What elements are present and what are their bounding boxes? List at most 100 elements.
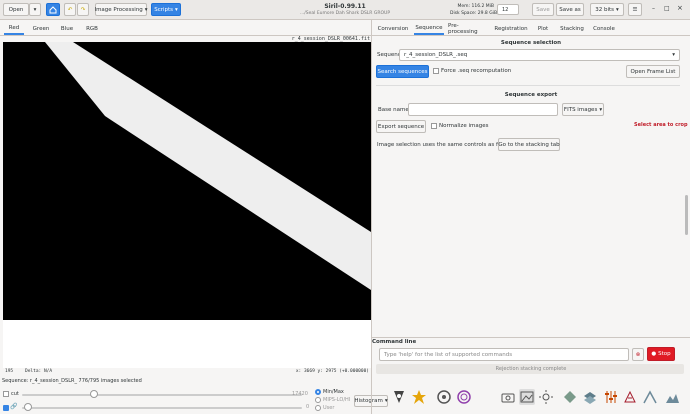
base-name-label: Base name:	[378, 107, 411, 113]
image-canvas[interactable]	[3, 42, 371, 320]
tab-red-label: Red	[8, 24, 20, 31]
diamond-icon[interactable]	[562, 389, 578, 405]
chevron-down-icon: ▾	[672, 52, 675, 58]
select-area-note: Select area to crop	[634, 122, 688, 128]
disk-label: Disk Space: 29.8 GiB	[450, 11, 498, 16]
tab-plot-label: Plot	[537, 25, 549, 32]
sequence-info: Sequence: r_4_session_DSLR_ 776/795 imag…	[2, 378, 142, 384]
sun-icon[interactable]	[538, 389, 554, 405]
radio-user-label: User	[323, 405, 335, 411]
save-button[interactable]: Save	[532, 3, 554, 16]
palette-icon[interactable]	[622, 389, 638, 405]
tab-rgb[interactable]: RGB	[83, 22, 101, 35]
sequence-value: r_4_session_DSLR_.seq	[404, 52, 468, 58]
tab-console-label: Console	[593, 25, 615, 32]
slider-low-track[interactable]	[22, 407, 302, 409]
tab-plot[interactable]: Plot	[534, 22, 552, 35]
tab-sequence-label: Sequence	[415, 24, 443, 31]
stop-button[interactable]: ● Stop	[647, 347, 675, 361]
clear-icon: ⊗	[635, 351, 641, 358]
radio-minmax[interactable]	[315, 389, 321, 395]
open-frame-list-button[interactable]: Open Frame List	[626, 65, 680, 78]
radio-mips[interactable]	[315, 397, 321, 403]
tab-conversion[interactable]: Conversion	[376, 22, 410, 35]
tab-red[interactable]: Red	[4, 22, 24, 35]
slider-low-knob[interactable]	[24, 403, 32, 411]
astrometry-icon[interactable]	[391, 389, 407, 405]
triangle-icon[interactable]	[642, 389, 658, 405]
goto-stacking-button[interactable]: Go to the stacking tab	[498, 138, 560, 151]
cut-checkbox[interactable]	[3, 391, 9, 397]
tab-rgb-label: RGB	[86, 25, 98, 32]
tab-console[interactable]: Console	[590, 22, 618, 35]
tab-preprocessing-label: Pre-processing	[448, 22, 478, 35]
camera-icon[interactable]	[500, 389, 516, 405]
histogram-label: Histogram	[354, 398, 383, 404]
bright-streak-shape	[45, 42, 371, 290]
section-divider	[376, 85, 680, 86]
hamburger-menu-button[interactable]: ☰	[628, 3, 642, 16]
radio-user[interactable]	[315, 405, 321, 411]
window-subtitle: .../Seal Eumore Dah Shark DSLR GROUP	[299, 11, 391, 16]
goto-stacking-label: Go to the stacking tab	[498, 141, 560, 148]
sliders-icon[interactable]	[603, 389, 619, 405]
image-status-bar: 195 Delta: N/A x: 3669 y: 2975 (+0.00000…	[3, 369, 371, 377]
save-as-label: Save as	[559, 6, 581, 13]
tab-stacking[interactable]: Stacking	[558, 22, 586, 35]
mountain-icon[interactable]	[664, 389, 680, 405]
tab-preprocessing[interactable]: Pre-processing	[448, 22, 488, 35]
force-recompute-checkbox[interactable]	[433, 68, 439, 74]
close-icon[interactable]: ×	[677, 4, 683, 12]
slider-low-value: 0	[306, 404, 310, 410]
tab-blue[interactable]: Blue	[58, 22, 76, 35]
tab-blue-label: Blue	[60, 25, 74, 32]
cpu-spinner[interactable]: 12	[497, 4, 519, 15]
chevron-down-icon: ▾	[384, 398, 388, 404]
force-recompute-label: Force .seq recomputation	[441, 68, 512, 74]
radio-minmax-label: Min/Max	[323, 389, 344, 395]
chevron-down-icon: ▾	[599, 106, 603, 113]
blue-checkbox[interactable]	[3, 405, 9, 411]
bits-select[interactable]: 32 bits ▾	[590, 3, 624, 16]
command-input[interactable]: Type 'help' for the list of supported co…	[379, 348, 629, 361]
layers-icon[interactable]	[582, 389, 598, 405]
chevron-down-icon: ▾	[616, 6, 619, 13]
open-frame-list-label: Open Frame List	[630, 68, 676, 75]
slider-high-knob[interactable]	[90, 390, 98, 398]
search-sequences-label: Search sequences	[377, 68, 428, 75]
cpu-value: 12	[502, 6, 509, 13]
progress-status: Rejection stacking complete	[495, 366, 567, 372]
tab-registration-label: Registration	[494, 25, 528, 32]
minimize-icon[interactable]: –	[652, 5, 655, 12]
image-icon[interactable]	[519, 389, 535, 405]
slider-high-track[interactable]	[22, 394, 302, 396]
sequence-selection-title: Sequence selection	[500, 40, 562, 46]
psf-icon[interactable]	[436, 389, 452, 405]
format-select[interactable]: FITS images ▾	[562, 103, 604, 116]
search-sequences-button[interactable]: Search sequences	[376, 65, 429, 78]
normalize-checkbox[interactable]	[431, 123, 437, 129]
image-content	[45, 42, 371, 290]
menu-icon: ☰	[632, 6, 638, 13]
export-sequence-button[interactable]: Export sequence	[376, 120, 426, 133]
sequence-dropdown[interactable]: r_4_session_DSLR_.seq ▾	[399, 49, 680, 61]
base-name-input[interactable]	[408, 103, 558, 116]
star-icon[interactable]	[456, 389, 472, 405]
link-icon[interactable]: 🔗	[10, 403, 17, 410]
status-pixel-value: 195	[5, 369, 14, 374]
mem-label: Mem: 116.2 MiB	[457, 4, 494, 9]
right-scrollbar[interactable]	[685, 195, 688, 235]
clear-command-button[interactable]: ⊗	[632, 348, 644, 361]
tab-sequence[interactable]: Sequence	[414, 22, 444, 35]
save-as-button[interactable]: Save as	[556, 3, 584, 16]
bits-label: 32 bits	[595, 6, 615, 13]
tab-registration[interactable]: Registration	[494, 22, 528, 35]
sequence-export-title: Sequence export	[504, 92, 558, 98]
normalize-label: Normalize images	[439, 123, 489, 129]
right-panel-divider	[371, 20, 372, 414]
photometry-icon[interactable]	[411, 389, 427, 405]
format-label: FITS images	[563, 106, 598, 113]
maximize-icon[interactable]: □	[664, 5, 670, 12]
stop-icon: ●	[651, 351, 657, 357]
tab-green[interactable]: Green	[30, 22, 52, 35]
